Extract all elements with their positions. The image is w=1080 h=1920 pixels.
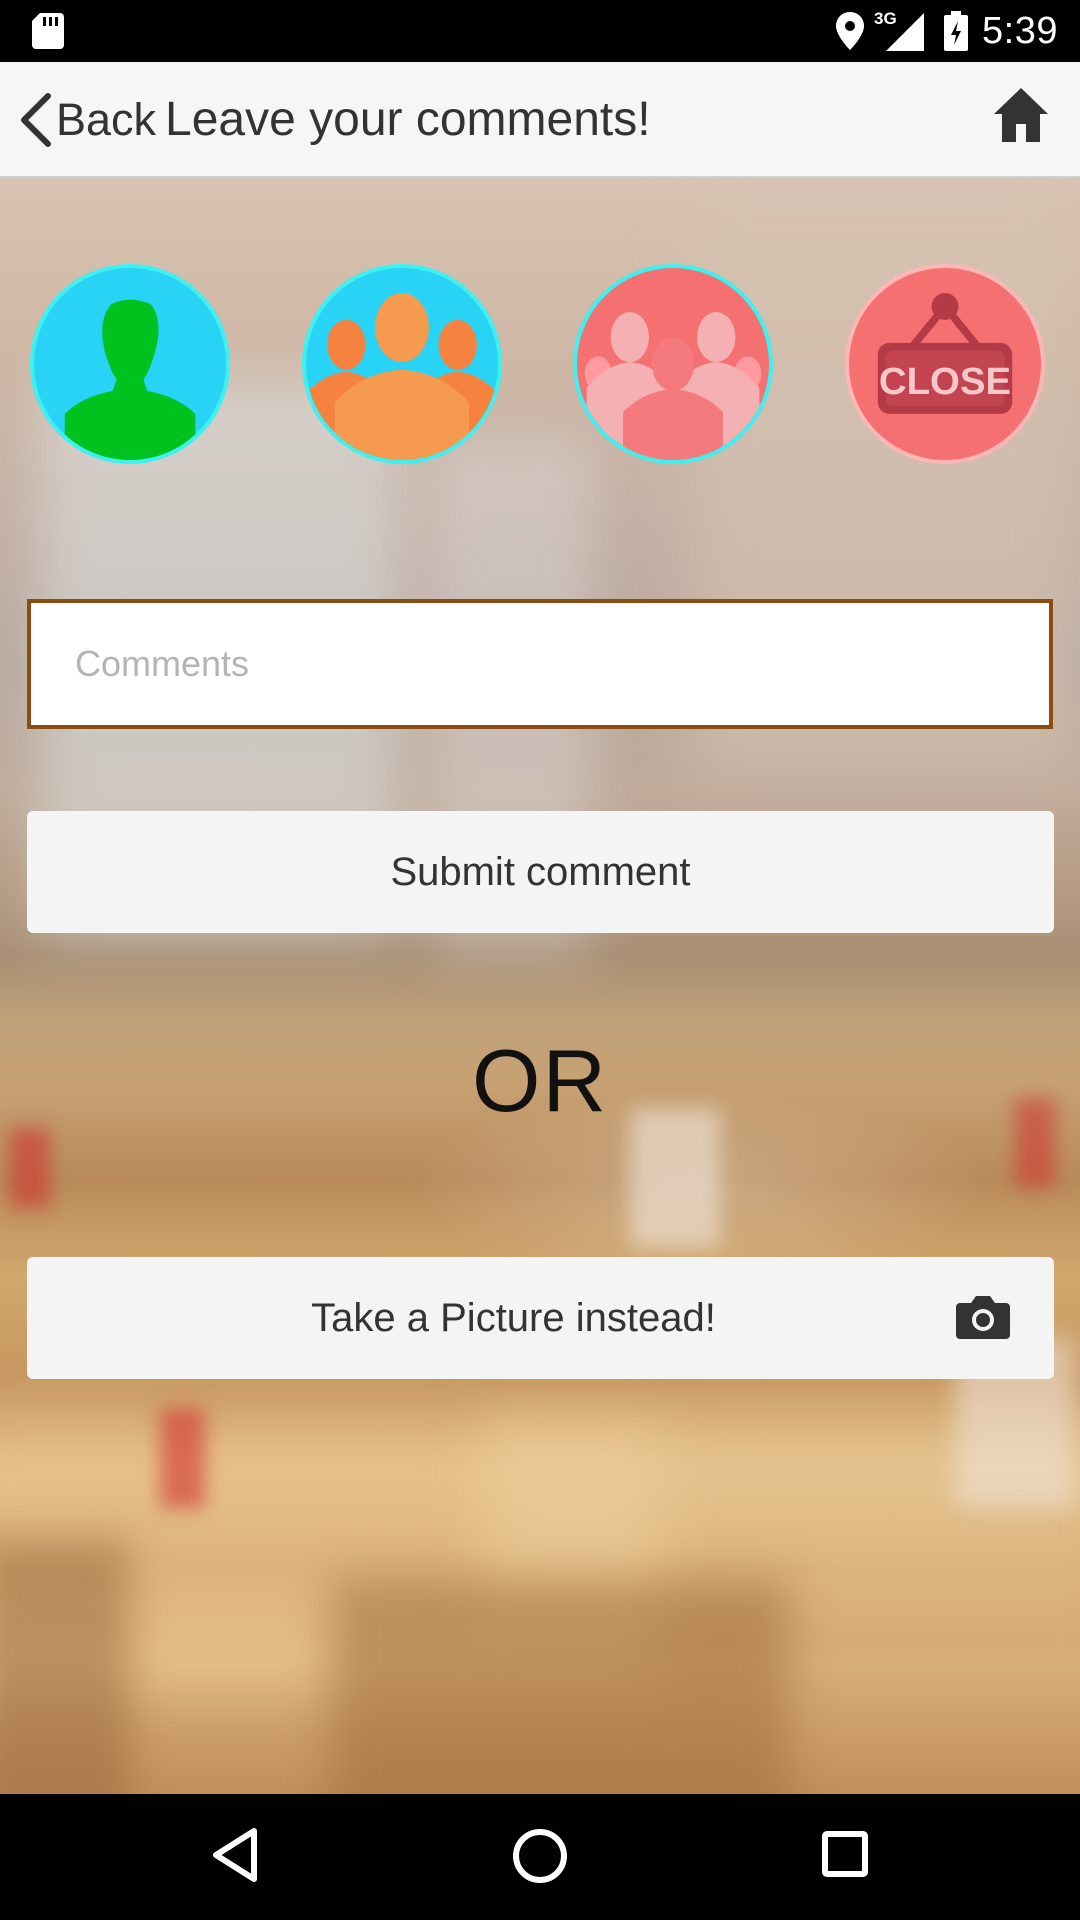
group-icon xyxy=(306,292,498,460)
signal-indicator: 3G xyxy=(874,9,926,51)
group-avatar-button[interactable] xyxy=(302,264,502,464)
sd-card-icon xyxy=(32,13,64,49)
single-person-avatar-button[interactable] xyxy=(30,264,230,464)
page-title: Leave your comments! xyxy=(165,93,651,146)
system-nav-bar xyxy=(0,1794,1080,1920)
home-icon xyxy=(994,88,1048,142)
background-chair xyxy=(0,1538,130,1794)
content-area: CLOSE Submit comment OR Take a Picture i… xyxy=(0,178,1080,1794)
home-button[interactable] xyxy=(992,86,1050,149)
home-circle-icon[interactable] xyxy=(509,1825,571,1887)
submit-comment-button[interactable]: Submit comment xyxy=(27,811,1054,933)
or-separator: OR xyxy=(472,1031,608,1130)
take-picture-button[interactable]: Take a Picture instead! xyxy=(27,1257,1054,1379)
close-sign-text: CLOSE xyxy=(879,360,1011,403)
crowd-avatar-button[interactable] xyxy=(573,264,773,464)
back-label: Back xyxy=(56,94,157,145)
submit-comment-label: Submit comment xyxy=(390,849,691,894)
background-table xyxy=(480,1418,1080,1618)
close-sign-avatar-button[interactable]: CLOSE xyxy=(845,264,1045,464)
background-table xyxy=(0,1428,660,1688)
comments-input[interactable] xyxy=(27,599,1053,729)
take-picture-label: Take a Picture instead! xyxy=(311,1295,716,1340)
background-bottle xyxy=(160,1408,205,1508)
signal-icon xyxy=(886,13,925,51)
background-bottle xyxy=(10,1128,50,1208)
background-chair xyxy=(330,1578,790,1794)
single-person-icon xyxy=(64,299,196,460)
status-time: 5:39 xyxy=(982,9,1058,52)
status-bar: 3G 5:39 xyxy=(0,0,1080,62)
app-bar: Back Leave your comments! xyxy=(0,62,1080,178)
recents-square-icon[interactable] xyxy=(820,1825,870,1885)
close-sign-icon: CLOSE xyxy=(877,292,1013,414)
camera-icon xyxy=(956,1296,1010,1339)
battery-icon xyxy=(944,11,969,51)
location-icon xyxy=(836,12,865,50)
back-button[interactable]: Back xyxy=(18,90,156,150)
crowd-icon xyxy=(584,312,762,460)
chevron-left-icon xyxy=(21,93,51,147)
back-triangle-icon[interactable] xyxy=(210,1825,260,1885)
